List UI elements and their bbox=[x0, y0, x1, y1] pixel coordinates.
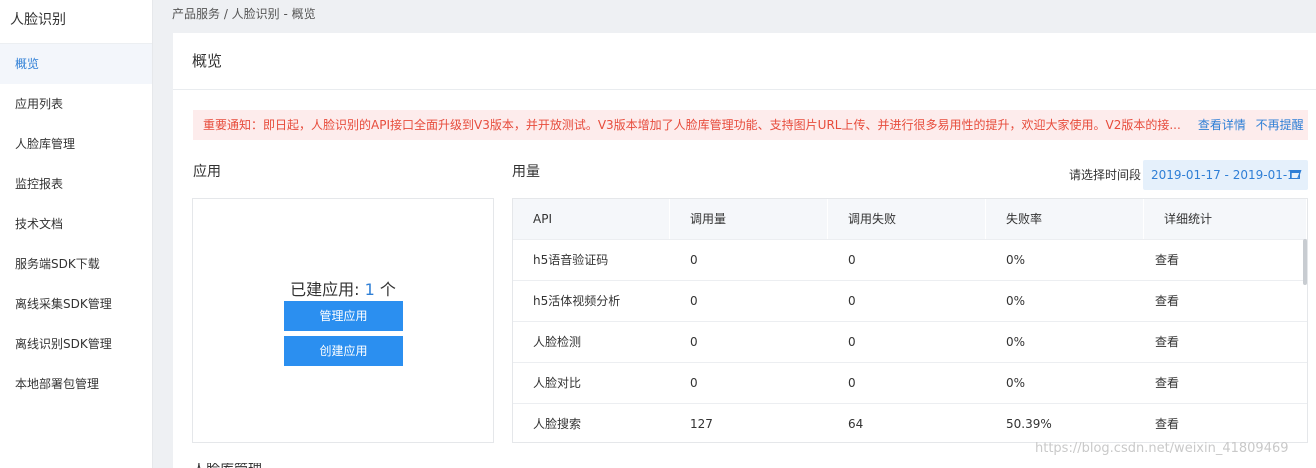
apps-title: 应用 bbox=[193, 164, 221, 180]
call-count: 0 bbox=[690, 294, 698, 308]
sidebar-item-server-sdk[interactable]: 服务端SDK下载 bbox=[0, 244, 152, 284]
table-row: 人脸检测 0 0 0% 查看 bbox=[513, 321, 1307, 362]
notice-banner: 重要通知：即日起，人脸识别的API接口全面升级到V3版本，并开放测试。V3版本增… bbox=[193, 110, 1308, 140]
table-header: API 调用量 调用失败 失败率 详细统计 bbox=[513, 199, 1307, 239]
failure-rate: 0% bbox=[1006, 376, 1026, 390]
failed-count: 0 bbox=[848, 376, 856, 390]
failed-count: 64 bbox=[848, 417, 864, 431]
table-row: 人脸对比 0 0 0% 查看 bbox=[513, 362, 1307, 403]
call-count: 127 bbox=[690, 417, 713, 431]
app-count-prefix: 已建应用: bbox=[290, 280, 365, 299]
failure-rate: 0% bbox=[1006, 335, 1026, 349]
breadcrumb: 产品服务 / 人脸识别 - 概览 bbox=[153, 0, 1316, 33]
sidebar: 人脸识别 概览 应用列表 人脸库管理 监控报表 技术文档 服务端SDK下载 离线… bbox=[0, 0, 153, 468]
column-header-calls: 调用量 bbox=[670, 199, 828, 239]
calendar-icon bbox=[1290, 170, 1300, 179]
view-detail-link[interactable]: 查看 bbox=[1144, 363, 1307, 403]
sidebar-item-offline-capture-sdk[interactable]: 离线采集SDK管理 bbox=[0, 284, 152, 324]
column-header-api: API bbox=[513, 199, 670, 239]
app-count: 已建应用: 1 个 bbox=[193, 276, 493, 300]
notice-text: 重要通知：即日起，人脸识别的API接口全面升级到V3版本，并开放测试。V3版本增… bbox=[203, 118, 1181, 132]
failure-rate: 0% bbox=[1006, 294, 1026, 308]
api-name: 人脸对比 bbox=[533, 376, 582, 390]
sidebar-item-face-library[interactable]: 人脸库管理 bbox=[0, 124, 152, 164]
view-detail-link[interactable]: 查看 bbox=[1144, 322, 1307, 362]
sidebar-item-tech-docs[interactable]: 技术文档 bbox=[0, 204, 152, 244]
view-detail-link[interactable]: 查看 bbox=[1144, 240, 1307, 280]
call-count: 0 bbox=[690, 335, 698, 349]
table-scrollbar[interactable] bbox=[1303, 239, 1307, 285]
app-count-suffix: 个 bbox=[374, 280, 396, 299]
column-header-failed: 调用失败 bbox=[828, 199, 986, 239]
usage-table: API 调用量 调用失败 失败率 详细统计 h5语音验证码 0 0 0% 查看 … bbox=[512, 198, 1308, 443]
call-count: 0 bbox=[690, 376, 698, 390]
apps-card: 已建应用: 1 个 管理应用 创建应用 bbox=[192, 198, 494, 443]
sidebar-item-offline-recognition-sdk[interactable]: 离线识别SDK管理 bbox=[0, 324, 152, 364]
sidebar-item-monitor-report[interactable]: 监控报表 bbox=[0, 164, 152, 204]
sidebar-item-overview[interactable]: 概览 bbox=[0, 44, 152, 84]
api-name: h5语音验证码 bbox=[533, 253, 609, 267]
api-name: 人脸搜索 bbox=[533, 417, 582, 431]
api-name: h5活体视频分析 bbox=[533, 294, 621, 308]
main-panel: 概览 重要通知：即日起，人脸识别的API接口全面升级到V3版本，并开放测试。V3… bbox=[173, 33, 1316, 468]
view-details-link[interactable]: 查看详情 bbox=[1198, 118, 1246, 132]
face-library-section-title: 人脸库管理 bbox=[192, 463, 262, 468]
dismiss-link[interactable]: 不再提醒 bbox=[1256, 118, 1304, 132]
failure-rate: 50.39% bbox=[1006, 417, 1052, 431]
failure-rate: 0% bbox=[1006, 253, 1026, 267]
column-header-rate: 失败率 bbox=[986, 199, 1144, 239]
api-name: 人脸检测 bbox=[533, 335, 582, 349]
usage-title: 用量 bbox=[512, 164, 540, 180]
table-row: h5活体视频分析 0 0 0% 查看 bbox=[513, 280, 1307, 321]
watermark: https://blog.csdn.net/weixin_41809469 bbox=[1035, 441, 1289, 456]
sidebar-item-local-deploy[interactable]: 本地部署包管理 bbox=[0, 364, 152, 404]
view-detail-link[interactable]: 查看 bbox=[1144, 404, 1307, 442]
create-app-button[interactable]: 创建应用 bbox=[284, 336, 403, 366]
sidebar-item-app-list[interactable]: 应用列表 bbox=[0, 84, 152, 124]
manage-apps-button[interactable]: 管理应用 bbox=[284, 301, 403, 331]
date-range-value: 2019-01-17 - 2019-01-17 bbox=[1151, 168, 1303, 182]
date-range-picker[interactable]: 2019-01-17 - 2019-01-17 bbox=[1143, 160, 1308, 190]
column-header-detail: 详细统计 bbox=[1144, 199, 1307, 239]
date-range-label: 请选择时间段 bbox=[1069, 168, 1142, 182]
app-count-number: 1 bbox=[364, 280, 375, 299]
call-count: 0 bbox=[690, 253, 698, 267]
failed-count: 0 bbox=[848, 294, 856, 308]
view-detail-link[interactable]: 查看 bbox=[1144, 281, 1307, 321]
table-row: 人脸搜索 127 64 50.39% 查看 bbox=[513, 403, 1307, 442]
failed-count: 0 bbox=[848, 253, 856, 267]
table-row: h5语音验证码 0 0 0% 查看 bbox=[513, 239, 1307, 280]
sidebar-title: 人脸识别 bbox=[0, 0, 152, 44]
failed-count: 0 bbox=[848, 335, 856, 349]
page-title: 概览 bbox=[173, 33, 1316, 90]
